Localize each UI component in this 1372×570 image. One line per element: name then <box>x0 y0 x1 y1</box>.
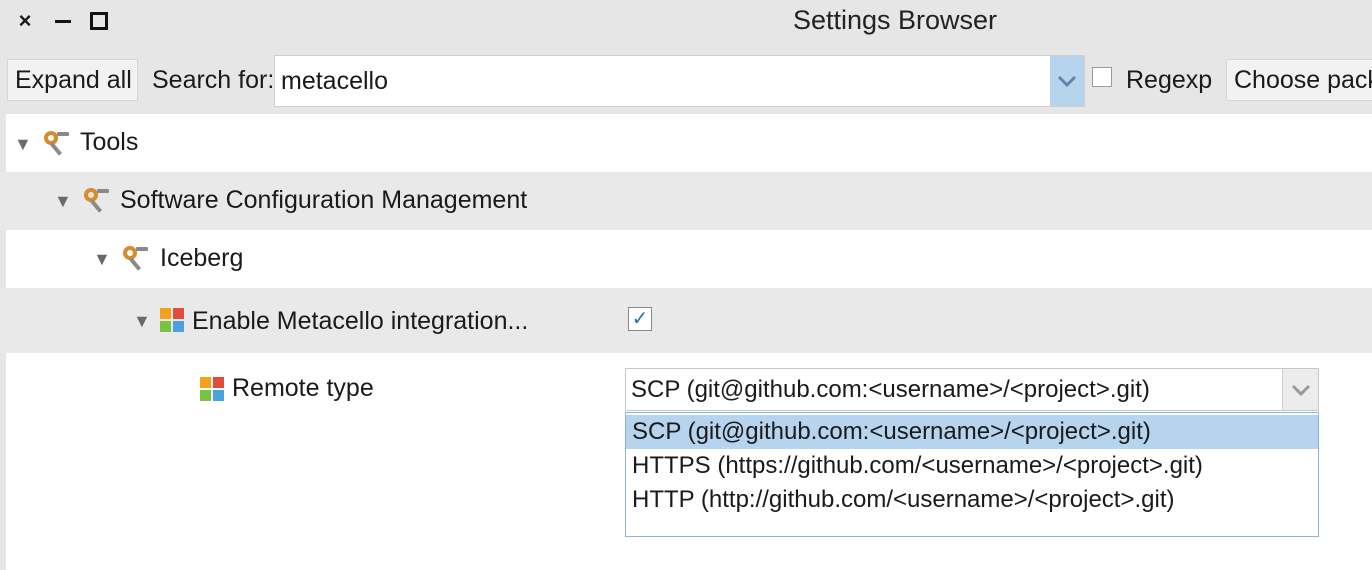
tree-label-scm: Software Configuration Management <box>120 186 528 214</box>
tree-row-iceberg[interactable]: ▼ Iceberg <box>0 230 1372 288</box>
tree-label-metacello: Enable Metacello integration... <box>192 307 529 335</box>
regexp-label: Regexp <box>1126 66 1213 94</box>
tree-label-iceberg: Iceberg <box>160 244 244 272</box>
search-history-dropdown-button[interactable] <box>1050 56 1084 106</box>
checkmark-icon: ✓ <box>631 308 649 330</box>
remote-type-dropdown-button[interactable] <box>1282 369 1318 410</box>
regexp-checkbox[interactable] <box>1092 67 1112 87</box>
expand-arrow-icon[interactable]: ▼ <box>133 311 151 331</box>
window-title: Settings Browser <box>792 5 998 35</box>
remote-type-option[interactable]: HTTP (http://github.com/<username>/<proj… <box>626 483 1318 517</box>
chevron-down-icon <box>1057 75 1077 88</box>
setting-grid-icon <box>200 377 224 401</box>
tree-label-tools: Tools <box>80 128 139 156</box>
search-field[interactable] <box>274 55 1085 107</box>
chevron-down-icon <box>1291 384 1310 396</box>
enable-metacello-checkbox[interactable]: ✓ <box>628 307 652 331</box>
choose-packages-button[interactable]: Choose packages <box>1226 59 1372 101</box>
expand-arrow-icon[interactable]: ▼ <box>14 134 32 154</box>
wrench-gear-icon <box>44 131 69 156</box>
wrench-gear-icon <box>123 246 148 271</box>
tree-row-tools[interactable]: ▼ Tools <box>0 114 1372 172</box>
tree-row-scm[interactable]: ▼ Software Configuration Management <box>0 172 1372 230</box>
setting-grid-icon <box>160 308 184 332</box>
tree-label-remote-type: Remote type <box>232 374 374 402</box>
expand-arrow-icon[interactable]: ▼ <box>54 191 72 211</box>
remote-type-option[interactable]: HTTPS (https://github.com/<username>/<pr… <box>626 449 1318 483</box>
wrench-gear-icon <box>84 188 109 213</box>
search-input[interactable] <box>281 56 1041 106</box>
expand-all-button[interactable]: Expand all <box>7 59 138 101</box>
remote-type-option[interactable]: SCP (git@github.com:<username>/<project>… <box>626 415 1318 449</box>
toolbar: Expand all Search for: Regexp Choose pac… <box>0 50 1372 114</box>
search-label: Search for: <box>152 66 275 94</box>
remote-type-options-list: SCP (git@github.com:<username>/<project>… <box>625 412 1319 537</box>
remote-type-select[interactable]: SCP (git@github.com:<username>/<project>… <box>625 368 1319 411</box>
title-bar: × Settings Browser <box>0 0 1372 50</box>
tree-row-metacello[interactable]: ▼ Enable Metacello integration... ✓ <box>0 288 1372 353</box>
remote-type-selected-value: SCP (git@github.com:<username>/<project>… <box>631 376 1150 403</box>
expand-arrow-icon[interactable]: ▼ <box>93 249 111 269</box>
